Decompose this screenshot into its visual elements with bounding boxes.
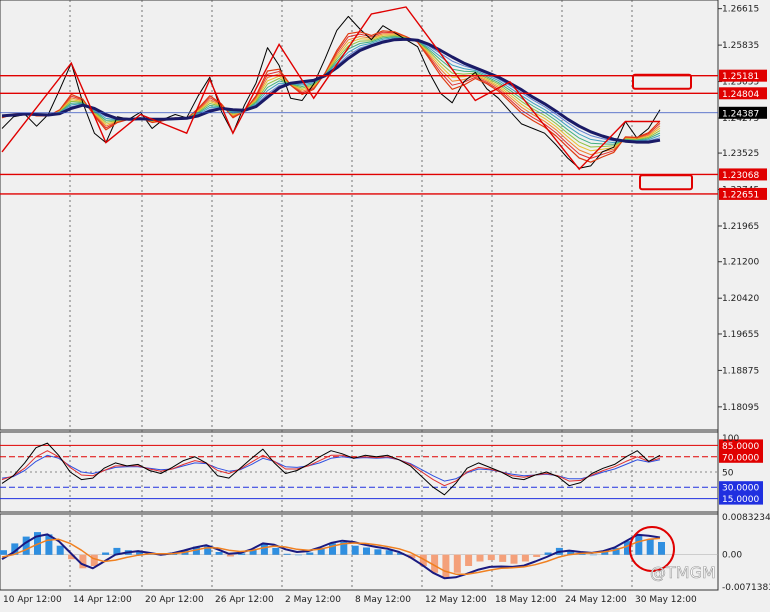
price-level-label: 1.25181	[722, 72, 759, 82]
time-tick-label: 30 May 12:00	[635, 595, 697, 605]
price-level-label: 1.24387	[722, 109, 759, 119]
oscillator-tick-label: 100	[722, 434, 739, 444]
macd-histogram-bar[interactable]	[453, 554, 461, 573]
macd-histogram-bar[interactable]	[0, 550, 7, 555]
macd-histogram-bar[interactable]	[533, 554, 541, 557]
time-tick-label: 20 Apr 12:00	[145, 595, 204, 605]
macd-histogram-bar[interactable]	[226, 554, 234, 557]
oscillator-level-label: 50	[722, 469, 734, 479]
macd-histogram-bar[interactable]	[510, 554, 518, 564]
macd-histogram-bar[interactable]	[635, 534, 643, 555]
price-tick-label: 1.19655	[722, 330, 759, 340]
price-tick-label: 1.21965	[722, 222, 759, 232]
time-tick-label: 8 May 12:00	[355, 595, 411, 605]
macd-histogram-bar[interactable]	[102, 552, 110, 555]
oscillator-level-label: 70.0000	[722, 453, 759, 463]
chart-window: 1.266151.258351.250551.242751.235251.227…	[0, 0, 770, 608]
price-tick-label: 1.18095	[722, 403, 759, 413]
macd-histogram-bar[interactable]	[363, 547, 370, 555]
price-level-label: 1.23068	[722, 171, 759, 181]
price-level-label: 1.22651	[722, 190, 759, 200]
macd-histogram-bar[interactable]	[476, 554, 484, 562]
macd-histogram-bar[interactable]	[295, 554, 302, 556]
macd-histogram-bar[interactable]	[260, 543, 268, 555]
macd-histogram-bar[interactable]	[22, 536, 30, 555]
price-level-label: 1.24804	[722, 90, 759, 100]
time-tick-label: 24 May 12:00	[565, 595, 627, 605]
time-axis: 10 Apr 12:00 14 Apr 12:00 20 Apr 12:00 26 A…	[3, 595, 697, 605]
price-tick-label: 1.21200	[722, 258, 759, 268]
macd-histogram-bar[interactable]	[521, 554, 529, 562]
price-tick-label: 1.23525	[722, 149, 759, 159]
macd-histogram-bar[interactable]	[499, 554, 507, 562]
oscillator-level-label: 30.0000	[722, 484, 759, 494]
macd-histogram-bar[interactable]	[487, 554, 495, 561]
macd-histogram-bar[interactable]	[465, 554, 473, 566]
macd-tick-label: -0.0071383	[722, 583, 770, 593]
time-tick-label: 2 May 12:00	[285, 595, 341, 605]
macd-histogram-bar[interactable]	[442, 554, 450, 578]
macd-histogram-bar[interactable]	[658, 542, 665, 555]
macd-histogram-bar[interactable]	[283, 553, 291, 555]
time-tick-label: 12 May 12:00	[425, 595, 487, 605]
macd-histogram-bar[interactable]	[646, 538, 654, 555]
macd-histogram-bar[interactable]	[374, 549, 382, 555]
macd-histogram-bar[interactable]	[306, 552, 314, 555]
time-tick-label: 10 Apr 12:00	[3, 595, 62, 605]
macd-tick-label: 0.0083234	[722, 513, 770, 523]
price-axis: 1.266151.258351.250551.242751.235251.227…	[718, 5, 770, 593]
macd-tick-label: 0.00	[722, 551, 742, 561]
macd-histogram-bar[interactable]	[589, 554, 597, 556]
trading-chart[interactable]: 1.266151.258351.250551.242751.235251.227…	[0, 0, 770, 608]
macd-histogram-bar[interactable]	[272, 547, 280, 555]
macd-histogram-bar[interactable]	[90, 554, 98, 566]
price-tick-label: 1.26615	[722, 5, 759, 15]
oscillator-level-label: 15.0000	[722, 495, 759, 505]
time-tick-label: 18 May 12:00	[495, 595, 557, 605]
panel-frame-2	[0, 513, 719, 591]
price-tick-label: 1.20420	[722, 294, 759, 304]
price-tick-label: 1.18875	[722, 366, 759, 376]
watermark-text: @TMGM	[650, 563, 716, 582]
price-tick-label: 1.25835	[722, 41, 759, 51]
time-tick-label: 26 Apr 12:00	[215, 595, 274, 605]
time-tick-label: 14 Apr 12:00	[73, 595, 132, 605]
panel-frame-0	[0, 0, 719, 431]
macd-histogram-bar[interactable]	[56, 545, 64, 555]
grid-layer	[0, 0, 719, 591]
macd-histogram-bar[interactable]	[351, 545, 359, 555]
macd-histogram-bar[interactable]	[215, 552, 223, 555]
